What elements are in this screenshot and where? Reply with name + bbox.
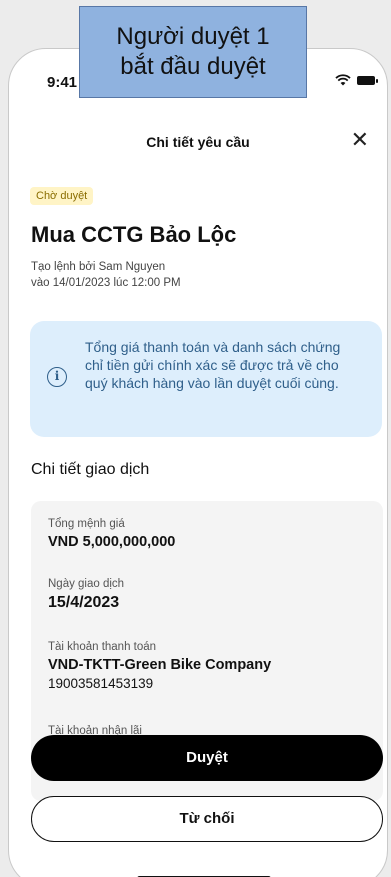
field-transaction-date: Ngày giao dịch 15/4/2023	[48, 578, 124, 612]
account-number: 19003581453139	[48, 676, 154, 691]
created-by: Tạo lệnh bởi Sam Nguyen	[31, 261, 166, 273]
field-value: VND-TKTT-Green Bike Company	[48, 657, 272, 673]
info-icon: i	[47, 367, 67, 387]
status-time: 9:41	[47, 74, 78, 91]
info-notice: i Tổng giá thanh toán và danh sách chứng…	[30, 321, 382, 437]
annotation-line-1: Người duyệt 1	[116, 23, 270, 50]
reject-button[interactable]: Từ chối	[31, 796, 383, 842]
close-icon[interactable]: ✕	[351, 129, 369, 151]
annotation-callout: Người duyệt 1 bắt đầu duyệt	[79, 6, 307, 98]
annotation-line-2: bắt đầu duyệt	[120, 53, 266, 80]
request-meta: Tạo lệnh bởi Sam Nguyen vào 14/01/2023 l…	[31, 259, 181, 291]
info-notice-text: Tổng giá thanh toán và danh sách chứng c…	[85, 339, 341, 391]
field-label: Ngày giao dịch	[48, 578, 125, 590]
created-at: vào 14/01/2023 lúc 12:00 PM	[31, 277, 181, 289]
wifi-icon	[335, 74, 351, 86]
field-payment-account: Tài khoản thanh toán VND-TKTT-Green Bike…	[48, 641, 271, 691]
status-icons	[335, 74, 378, 86]
field-value: VND 5,000,000,000	[48, 534, 176, 550]
field-value: 15/4/2023	[48, 594, 120, 611]
field-label: Tài khoản thanh toán	[48, 641, 157, 653]
phone-frame: 9:41 Chi tiết yêu cầu ✕ Chờ duyệt Mua CC…	[8, 48, 388, 877]
approve-button[interactable]: Duyệt	[31, 735, 383, 781]
field-label: Tổng mệnh giá	[48, 518, 125, 530]
battery-icon	[357, 75, 378, 85]
section-title: Chi tiết giao dịch	[31, 461, 150, 478]
page-title: Chi tiết yêu cầu	[146, 134, 250, 150]
status-badge: Chờ duyệt	[30, 187, 94, 205]
field-total-face-value: Tổng mệnh giá VND 5,000,000,000	[48, 518, 175, 550]
request-title: Mua CCTG Bảo Lộc	[31, 222, 237, 247]
